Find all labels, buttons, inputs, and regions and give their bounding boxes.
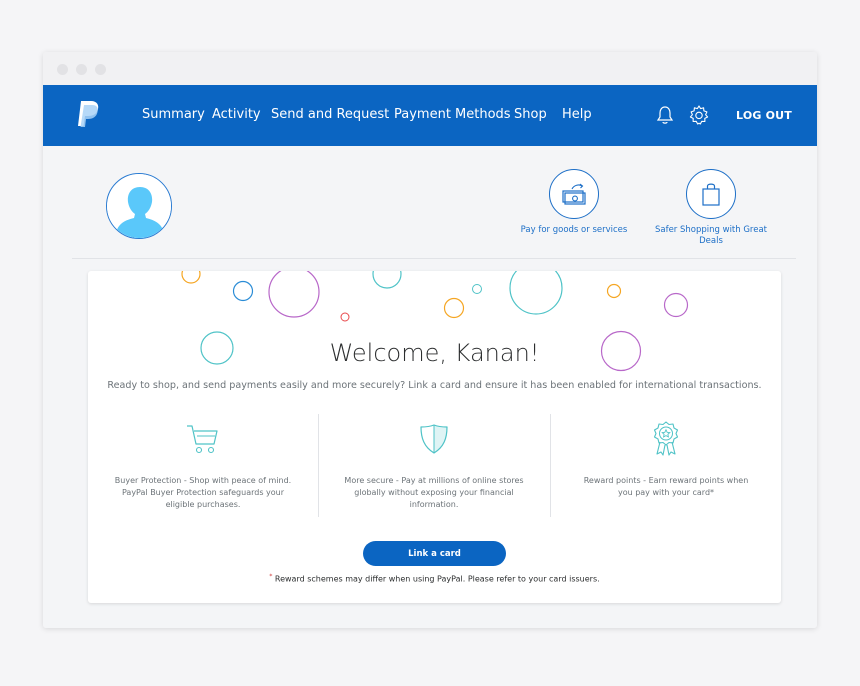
reward-footnote: * Reward schemes may differ when using P… (88, 573, 781, 584)
feature-description: Reward points - Earn reward points when … (583, 476, 749, 497)
user-silhouette-icon (107, 174, 171, 238)
welcome-card: Welcome, Kanan! Ready to shop, and send … (88, 271, 781, 603)
feature-reward-points: Reward points - Earn reward points when … (561, 419, 771, 499)
money-transfer-icon (562, 183, 586, 205)
welcome-title: Welcome, Kanan! (329, 339, 540, 367)
top-navbar: Summary Activity Send and Request Paymen… (43, 85, 817, 146)
browser-window: Summary Activity Send and Request Paymen… (43, 52, 817, 628)
nav-help[interactable]: Help (562, 107, 592, 122)
section-divider (72, 258, 796, 259)
nav-summary[interactable]: Summary (142, 107, 205, 122)
bell-icon[interactable] (654, 104, 676, 126)
quick-action-circle (686, 169, 736, 219)
safer-shopping-action[interactable]: Safer Shopping with Great Deals (643, 169, 779, 247)
window-dot (95, 64, 106, 75)
quick-action-label: Pay for goods or services (520, 225, 628, 235)
nav-payment-methods[interactable]: Payment Methods (394, 107, 511, 122)
nav-shop[interactable]: Shop (514, 107, 547, 122)
feature-divider (550, 414, 551, 517)
feature-buyer-protection: Buyer Protection - Shop with peace of mi… (98, 419, 308, 511)
feature-more-secure: More secure - Pay at millions of online … (329, 419, 539, 511)
window-dot (76, 64, 87, 75)
quick-action-circle (549, 169, 599, 219)
shopping-cart-icon (187, 425, 218, 454)
window-titlebar (43, 52, 817, 85)
shopping-bag-icon (702, 183, 720, 206)
summary-content: Pay for goods or services Safer Shopping… (43, 146, 817, 628)
quick-action-label: Safer Shopping with Great Deals (654, 225, 768, 246)
window-dot (57, 64, 68, 75)
nav-send-and-request[interactable]: Send and Request (271, 107, 389, 122)
footnote-text: Reward schemes may differ when using Pay… (274, 574, 600, 584)
award-ribbon-icon (653, 421, 679, 456)
feature-description: Buyer Protection - Shop with peace of mi… (114, 476, 292, 509)
avatar[interactable] (106, 173, 172, 239)
welcome-subtitle: Ready to shop, and send payments easily … (107, 380, 762, 391)
footnote-marker: * (269, 573, 273, 580)
paypal-logo[interactable] (75, 99, 101, 129)
feature-description: More secure - Pay at millions of online … (344, 476, 524, 509)
nav-activity[interactable]: Activity (212, 107, 261, 122)
link-card-button[interactable]: Link a card (363, 541, 506, 566)
logout-button[interactable]: LOG OUT (736, 109, 792, 122)
shield-icon (420, 424, 448, 454)
settings-gear-icon[interactable] (688, 104, 710, 126)
pay-for-goods-action[interactable]: Pay for goods or services (506, 169, 642, 236)
feature-divider (318, 414, 319, 517)
